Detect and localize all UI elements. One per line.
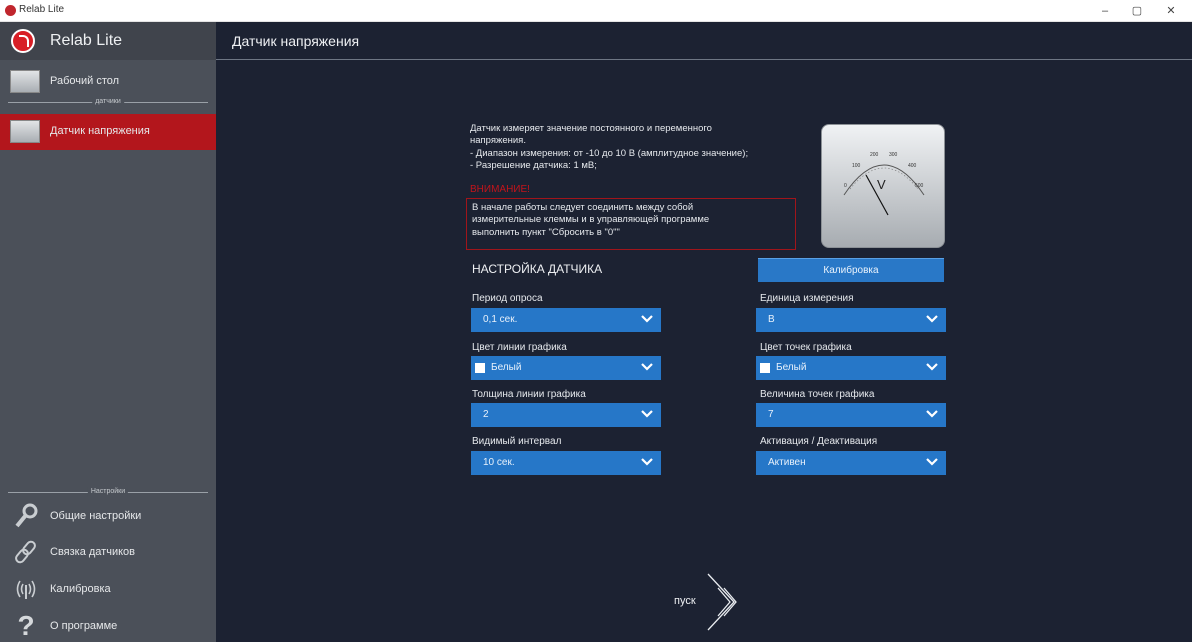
unit-label: Единица измерения [760,293,854,304]
chevron-down-icon [926,458,938,466]
sidebar-separator-sensors: датчики [8,97,208,107]
separator-label: датчики [92,97,124,107]
sidebar-item-label: Общие настройки [50,510,142,522]
gauge-tick-label: 100 [852,163,861,169]
start-button[interactable]: пуск [674,572,750,632]
description-line: Датчик измеряет значение постоянного и п… [470,123,712,134]
sidebar-item-general-settings[interactable]: Общие настройки [0,499,216,535]
sidebar-item-sensor-link[interactable]: Связка датчиков [0,535,216,571]
voltmeter-image: 0 100 200 300 400 500 V [821,124,945,248]
close-button[interactable]: ✕ [1156,0,1186,22]
sidebar-brand: Relab Lite [0,22,216,60]
sidebar-item-calibration[interactable]: Калибровка [0,572,216,608]
chevron-down-icon [926,315,938,323]
chevron-down-icon [641,363,653,371]
link-icon [12,538,40,566]
visible-interval-select[interactable]: 10 сек. [471,451,661,475]
description-line: - Диапазон измерения: от -10 до 10 В (ам… [470,147,749,159]
gauge-tick-label: 300 [889,152,898,158]
warning-line: В начале работы следует соединить между … [472,202,694,213]
select-value: 0,1 сек. [483,314,518,325]
gauge-tick-label: 200 [870,152,879,158]
line-color-label: Цвет линии графика [472,342,567,353]
point-color-select[interactable]: Белый [756,356,946,380]
color-swatch [760,363,770,373]
window-titlebar: Relab Lite – ▢ ✕ [0,0,1192,22]
relab-logo-icon [11,29,35,53]
separator-label: Настройки [87,487,129,497]
double-chevron-right-icon [707,573,737,631]
sidebar-item-about[interactable]: ? О программе [0,609,216,642]
select-value: 7 [768,409,774,420]
warning-line: выполнить пункт "Сбросить в "0"" [472,226,620,238]
warning-box: В начале работы следует соединить между … [466,198,796,250]
sidebar-item-label: Датчик напряжения [50,125,150,137]
activation-select[interactable]: Активен [756,451,946,475]
main-panel: Датчик напряжения Датчик измеряет значен… [216,22,1192,642]
chevron-down-icon [641,458,653,466]
minimize-button[interactable]: – [1090,0,1120,22]
app-window: Relab Lite – ▢ ✕ Relab Lite Рабочий стол… [0,0,1192,642]
warning-line: измерительные клеммы и в управляющей про… [472,214,710,226]
poll-period-label: Период опроса [472,293,543,304]
color-swatch [475,363,485,373]
sidebar: Relab Lite Рабочий стол датчики Датчик н… [0,22,216,642]
chevron-down-icon [641,315,653,323]
sensor-description: Датчик измеряет значение постоянного и п… [470,123,810,173]
point-size-label: Величина точек графика [760,389,875,400]
line-width-select[interactable]: 2 [471,403,661,427]
sidebar-item-label: Связка датчиков [50,546,135,558]
page-title: Датчик напряжения [232,33,360,49]
visible-interval-label: Видимый интервал [472,436,562,447]
select-value: 2 [483,409,489,420]
sidebar-item-label: Калибровка [50,583,111,595]
main-header: Датчик напряжения [216,22,1192,60]
section-title: НАСТРОЙКА ДАТЧИКА [472,262,603,276]
line-color-select[interactable]: Белый [471,356,661,380]
description-line: напряжения. [470,135,526,147]
sidebar-item-label: О программе [50,620,118,632]
broadcast-icon [12,575,40,603]
activation-label: Активация / Деактивация [760,436,878,447]
maximize-button[interactable]: ▢ [1122,0,1152,22]
calibration-button[interactable]: Калибровка [758,258,944,282]
description-line: - Разрешение датчика: 1 мВ; [470,160,597,172]
sidebar-item-label: Рабочий стол [50,75,120,87]
select-value: Белый [491,362,522,373]
sidebar-item-voltage-sensor[interactable]: Датчик напряжения [0,114,216,150]
question-icon: ? [17,610,35,641]
gauge-tick-label: 400 [908,163,917,169]
sidebar-separator-settings: Настройки [8,487,208,497]
select-value: Белый [776,362,807,373]
line-width-label: Толщина линии графика [472,389,586,400]
gauge-tick-label: 500 [915,183,924,189]
poll-period-select[interactable]: 0,1 сек. [471,308,661,332]
warning-title: ВНИМАНИЕ! [470,184,530,195]
sidebar-item-desktop[interactable]: Рабочий стол [0,64,216,100]
monitor-icon [10,70,40,93]
wrench-icon [12,502,40,530]
select-value: В [768,314,775,325]
gauge-tick-label: 0 [844,183,847,189]
point-size-select[interactable]: 7 [756,403,946,427]
brand-name: Relab Lite [50,32,123,49]
point-color-label: Цвет точек графика [760,342,852,353]
chevron-down-icon [641,410,653,418]
relab-logo-icon [5,5,16,16]
start-button-label: пуск [674,595,696,607]
select-value: 10 сек. [483,457,515,468]
chevron-down-icon [926,363,938,371]
gauge-unit: V [877,177,886,192]
unit-select[interactable]: В [756,308,946,332]
window-title: Relab Lite [19,4,65,15]
chevron-down-icon [926,410,938,418]
select-value: Активен [768,457,806,468]
voltmeter-icon [10,120,40,143]
